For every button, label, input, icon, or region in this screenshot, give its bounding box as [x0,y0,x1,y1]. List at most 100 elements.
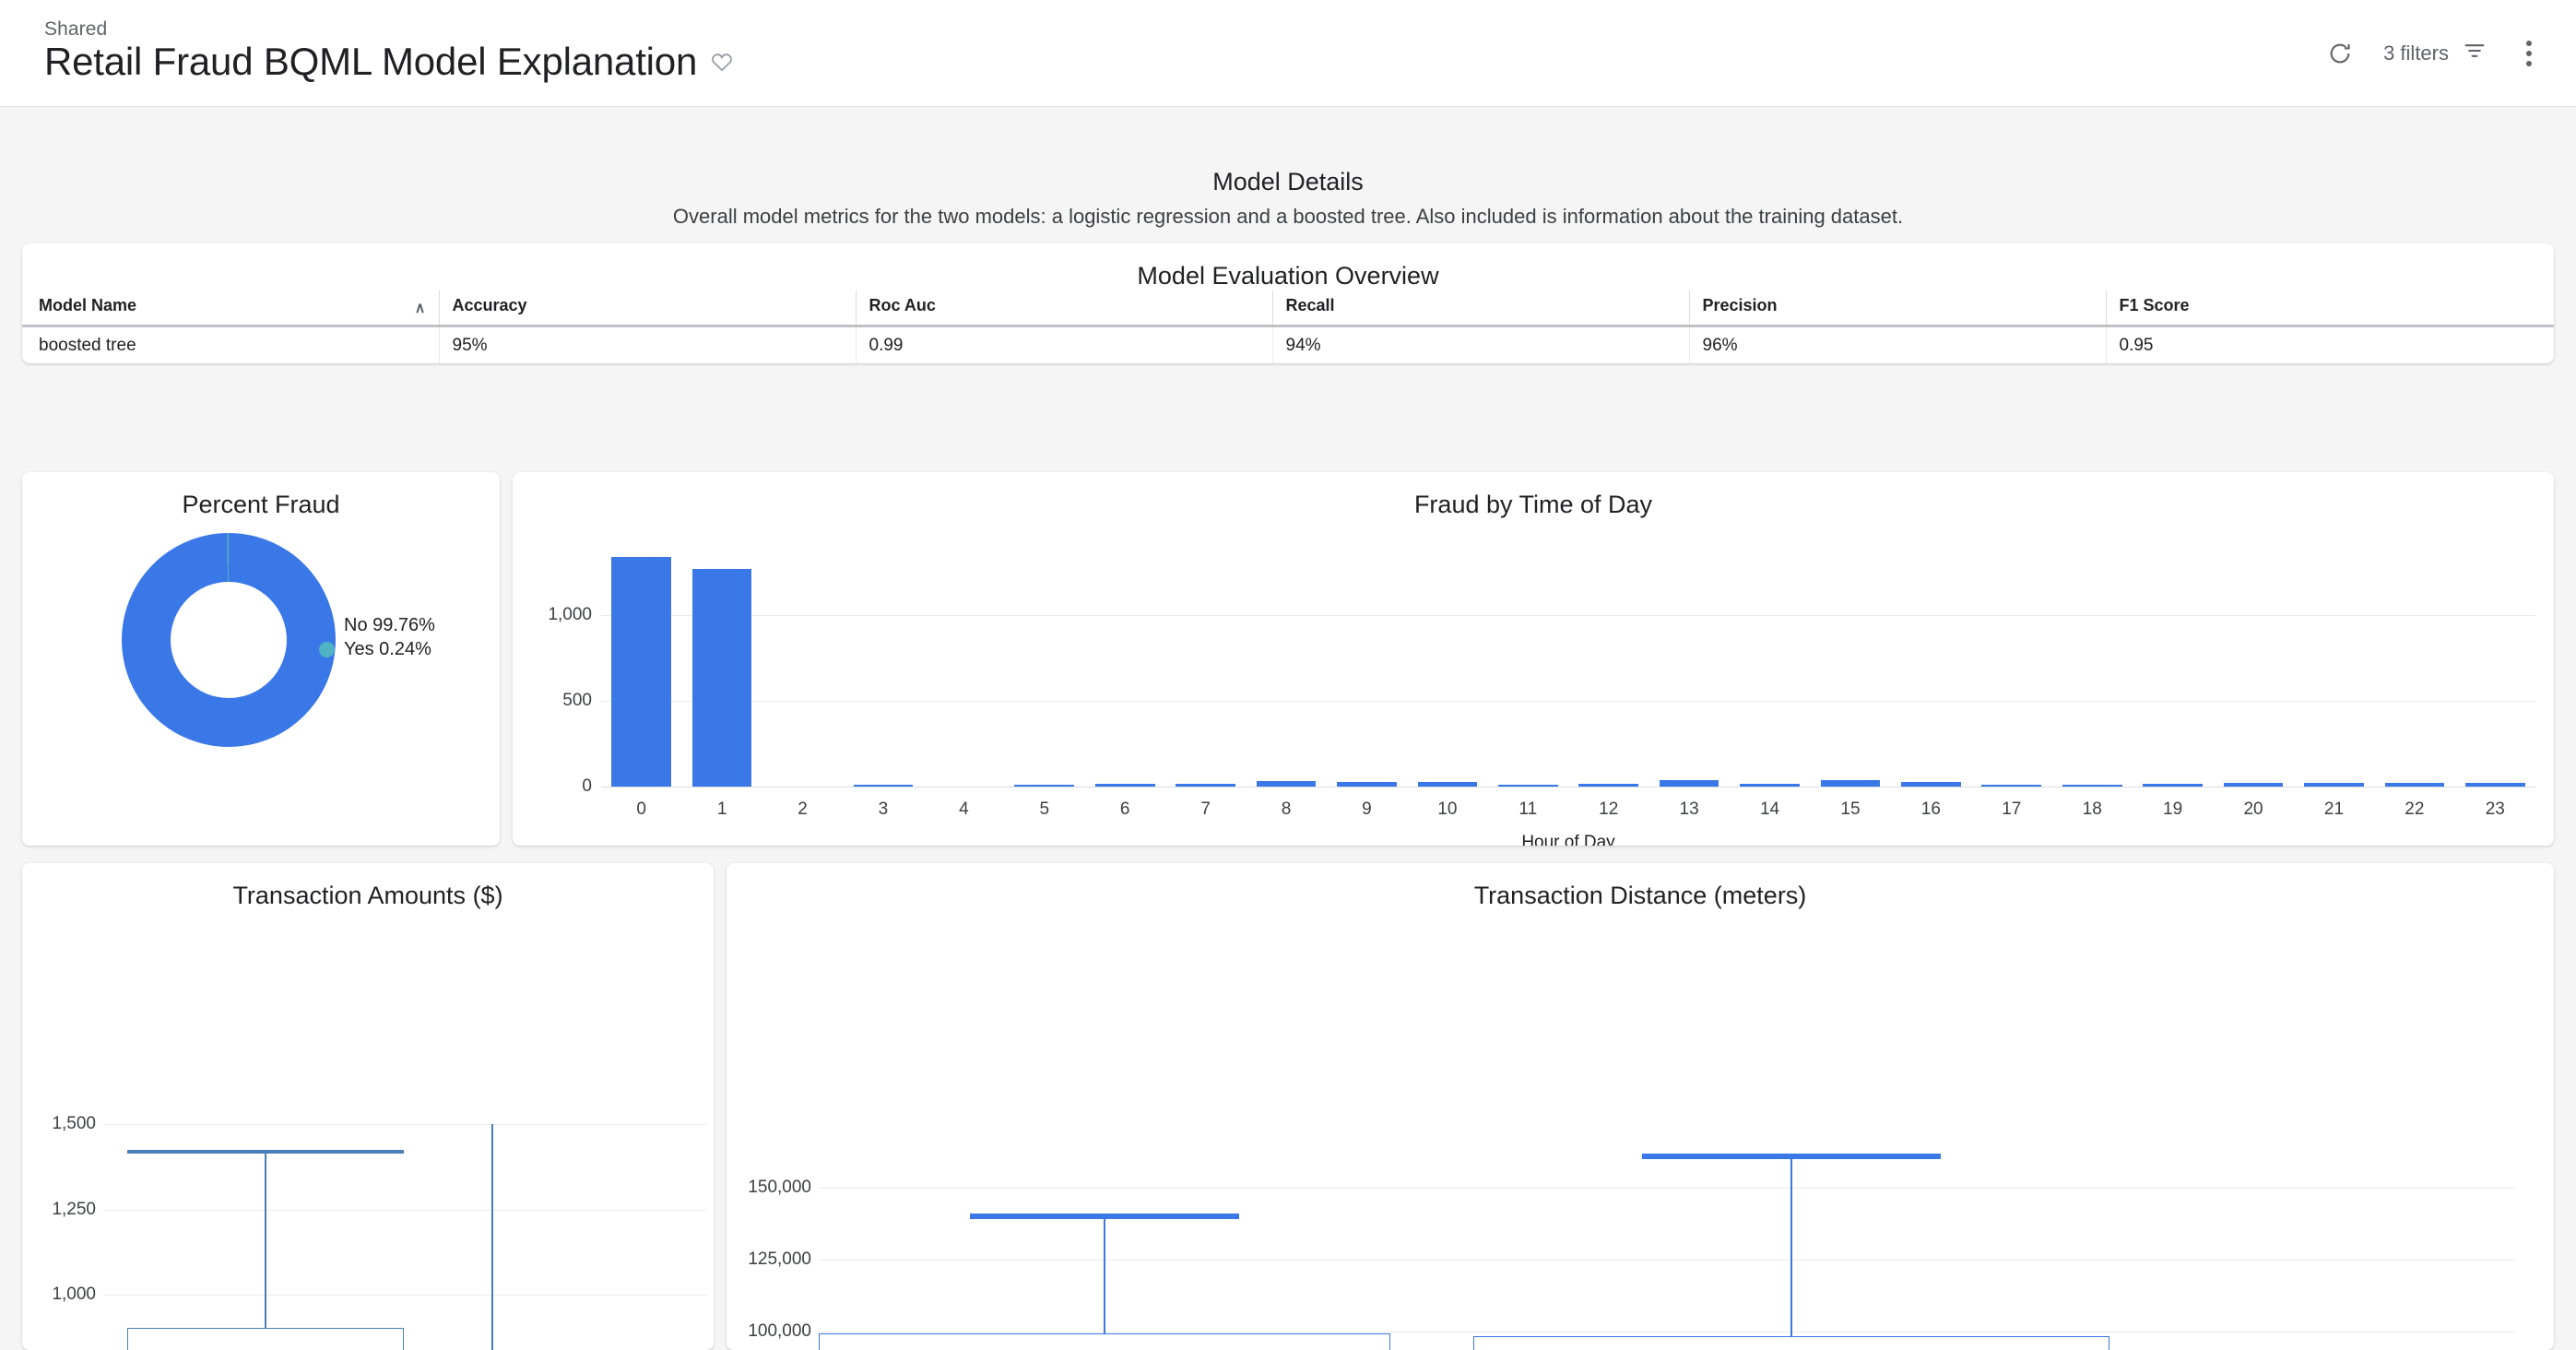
box[interactable] [1473,1336,2109,1350]
y-axis-tick-label: 500 [518,691,592,711]
transaction-amounts-plot[interactable]: 7501,0001,2501,500Min Trx Amount [22,863,714,1350]
bar[interactable] [1095,784,1155,787]
bar[interactable] [2143,784,2203,787]
heart-icon[interactable] [710,50,734,74]
bar[interactable] [1901,782,1961,787]
bar[interactable] [692,569,752,787]
percent-fraud-chart: No 99.76% Yes 0.24% [22,533,500,747]
donut-legend: No 99.76% Yes 0.24% [319,613,435,661]
x-axis-tick-label: 13 [1648,799,1729,820]
legend-item-no[interactable]: No 99.76% [319,613,435,637]
transaction-distance-plot[interactable]: 75,000100,000125,000150,000Min Trx Dista… [727,863,2554,1350]
sort-ascending-icon[interactable]: ∧ [415,299,426,317]
x-axis-tick-label: 14 [1730,799,1810,820]
gridline [601,701,2535,702]
gridline [103,1210,706,1211]
filters-label: 3 filters [2383,41,2449,65]
section-subtitle: Overall model metrics for the two models… [0,205,2576,229]
breadcrumb[interactable]: Shared [44,18,107,41]
x-axis-tick-label: 2 [762,799,843,820]
x-axis-tick-label: 19 [2133,799,2213,820]
bar[interactable] [1660,780,1719,787]
column-header-recall[interactable]: Recall [1272,290,1689,326]
bar[interactable] [1257,781,1317,787]
gridline [601,615,2535,616]
bar[interactable] [1337,782,1397,787]
cell-accuracy: 95% [439,326,856,364]
x-axis-tick-label: 21 [2294,799,2374,820]
y-axis-tick-label: 100,000 [727,1321,811,1342]
cell-f1-score: 0.95 [2106,326,2554,364]
bar[interactable] [611,557,671,787]
gridline [103,1295,706,1296]
column-header-accuracy[interactable]: Accuracy [439,290,856,326]
fraud-by-time-plot[interactable]: 05001,0000123456789101112131415161718192… [513,472,2554,846]
x-axis-tick-label: 7 [1165,799,1246,820]
x-axis-tick-label: 5 [1004,799,1084,820]
y-axis-tick-label: 0 [518,776,592,797]
bar[interactable] [1418,782,1478,787]
filters-button[interactable]: 3 filters [2383,38,2487,69]
x-axis-tick-label: 17 [1971,799,2051,820]
whisker-line [1790,1156,1792,1336]
model-evaluation-title: Model Evaluation Overview [22,243,2554,290]
model-evaluation-tile: Model Evaluation Overview Model Name ∧ A… [22,243,2554,363]
bar[interactable] [2062,785,2122,787]
header-actions: 3 filters [2324,0,2543,107]
gridline [103,1124,706,1125]
title-row: Retail Fraud BQML Model Explanation [44,41,734,83]
y-axis-tick-label: 1,000 [518,605,592,625]
section-title: Model Details [0,168,2576,196]
bar[interactable] [1498,785,1558,787]
kebab-menu-icon[interactable] [2515,41,2543,66]
bar[interactable] [2304,783,2364,787]
legend-item-yes[interactable]: Yes 0.24% [319,637,435,661]
whisker-line [1104,1216,1105,1332]
transaction-amounts-tile: Transaction Amounts ($) 7501,0001,2501,5… [22,863,714,1350]
bar[interactable] [2224,783,2284,787]
x-axis-tick-label: 11 [1488,799,1568,820]
x-axis-tick-label: 10 [1407,799,1487,820]
column-header-model-name[interactable]: Model Name ∧ [22,290,439,326]
whisker-line [491,1124,493,1350]
legend-color-swatch [319,642,335,657]
filter-icon [2462,38,2487,69]
box[interactable] [819,1333,1390,1350]
x-axis-tick-label: 20 [2213,799,2293,820]
y-axis-tick-label: 1,000 [22,1285,96,1305]
y-axis-tick-label: 1,500 [22,1114,96,1134]
legend-label: Yes 0.24% [344,639,431,660]
column-header-precision[interactable]: Precision [1689,290,2106,326]
cell-precision: 96% [1689,326,2106,364]
x-axis-tick-label: 9 [1327,799,1407,820]
bar[interactable] [1176,784,1235,787]
whisker-line [265,1152,266,1328]
model-evaluation-table: Model Name ∧ Accuracy Roc Auc Recall Pre… [22,290,2554,363]
column-header-f1-score[interactable]: F1 Score [2106,290,2554,326]
bar[interactable] [1981,785,2041,787]
app-header: Shared Retail Fraud BQML Model Explanati… [0,0,2576,107]
bar[interactable] [1014,785,1074,787]
bar[interactable] [1821,780,1881,787]
x-axis-title: Hour of Day [601,833,2535,846]
box[interactable] [127,1328,404,1350]
transaction-distance-tile: Transaction Distance (meters) 75,000100,… [727,863,2554,1350]
refresh-icon[interactable] [2324,38,2356,69]
x-axis-tick-label: 12 [1568,799,1648,820]
bar[interactable] [854,785,914,787]
bar[interactable] [1578,784,1638,787]
bar[interactable] [2385,783,2445,787]
x-axis-tick-label: 1 [681,799,762,820]
x-axis-tick-label: 16 [1891,799,1971,820]
legend-label: No 99.76% [344,615,435,636]
donut-ring[interactable] [122,533,336,747]
bar[interactable] [2465,783,2525,787]
column-header-roc-auc[interactable]: Roc Auc [856,290,1272,326]
bar[interactable] [1740,784,1800,787]
gridline [819,1260,2515,1261]
y-axis-tick-label: 1,250 [22,1200,96,1220]
table-row[interactable]: boosted tree 95% 0.99 94% 96% 0.95 [22,326,2554,364]
column-label: Model Name [39,296,136,314]
cell-roc-auc: 0.99 [856,326,1272,364]
page-title: Retail Fraud BQML Model Explanation [44,41,697,83]
